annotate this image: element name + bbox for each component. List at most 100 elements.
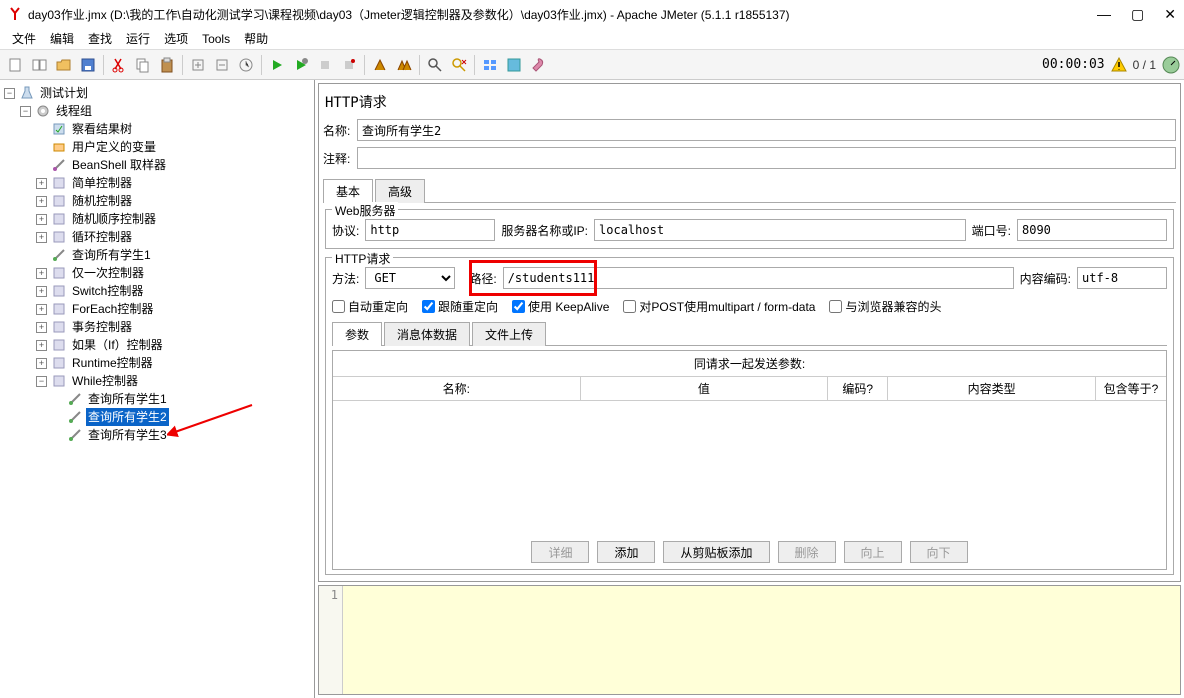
close-button[interactable]: ✕ <box>1164 6 1176 23</box>
server-label: 服务器名称或IP: <box>501 222 588 239</box>
tree-item[interactable]: Switch控制器 <box>70 282 145 300</box>
tab-advanced[interactable]: 高级 <box>375 179 425 203</box>
method-select[interactable]: GET <box>365 267 455 289</box>
path-label: 路径: <box>469 270 496 287</box>
log-text[interactable] <box>343 586 1180 694</box>
toggle-icon[interactable]: + <box>36 304 47 315</box>
toggle-icon[interactable]: + <box>36 286 47 297</box>
tree-item[interactable]: 随机控制器 <box>70 192 134 210</box>
search-icon[interactable] <box>424 54 446 76</box>
protocol-input[interactable] <box>365 219 495 241</box>
tab-file-upload[interactable]: 文件上传 <box>472 322 546 346</box>
start-notimers-icon[interactable] <box>290 54 312 76</box>
toggle-icon[interactable]: + <box>36 214 47 225</box>
toggle-icon[interactable]: + <box>36 196 47 207</box>
new-icon[interactable] <box>5 54 27 76</box>
wrench-icon[interactable] <box>527 54 549 76</box>
tab-parameters[interactable]: 参数 <box>332 322 382 346</box>
tree-thread-group[interactable]: 线程组 <box>54 102 94 120</box>
toggle-icon[interactable]: − <box>4 88 15 99</box>
encoding-input[interactable] <box>1077 267 1167 289</box>
save-icon[interactable] <box>77 54 99 76</box>
tab-basic[interactable]: 基本 <box>323 179 373 203</box>
clear-icon[interactable] <box>369 54 391 76</box>
btn-down[interactable]: 向下 <box>910 541 968 563</box>
tree-item[interactable]: 简单控制器 <box>70 174 134 192</box>
server-input[interactable] <box>594 219 966 241</box>
collapse-icon[interactable] <box>211 54 233 76</box>
log-pane[interactable]: 1 <box>318 585 1181 695</box>
tree-item[interactable]: Runtime控制器 <box>70 354 155 372</box>
btn-add-clipboard[interactable]: 从剪贴板添加 <box>663 541 769 563</box>
menu-options[interactable]: 选项 <box>158 28 194 49</box>
comment-input[interactable] <box>357 147 1176 169</box>
menu-edit[interactable]: 编辑 <box>44 28 80 49</box>
toggle-icon[interactable] <box>235 54 257 76</box>
port-input[interactable] <box>1017 219 1167 241</box>
start-icon[interactable] <box>266 54 288 76</box>
toggle-icon[interactable]: + <box>36 232 47 243</box>
menu-tools[interactable]: Tools <box>196 30 236 48</box>
chk-follow-redirect[interactable]: 跟随重定向 <box>422 298 498 315</box>
toggle-icon[interactable]: + <box>36 322 47 333</box>
tree-item[interactable]: 事务控制器 <box>70 318 134 336</box>
chk-browser-headers[interactable]: 与浏览器兼容的头 <box>829 298 941 315</box>
path-input[interactable] <box>503 267 1014 289</box>
warning-icon <box>1111 57 1127 73</box>
reset-search-icon[interactable] <box>448 54 470 76</box>
toggle-icon[interactable]: + <box>36 358 47 369</box>
menu-run[interactable]: 运行 <box>120 28 156 49</box>
btn-delete[interactable]: 删除 <box>778 541 836 563</box>
tree-item[interactable]: 随机顺序控制器 <box>70 210 158 228</box>
tree-item[interactable]: While控制器 <box>70 372 140 390</box>
param-body[interactable] <box>333 401 1166 535</box>
maximize-button[interactable]: ▢ <box>1131 6 1144 23</box>
tab-body-data[interactable]: 消息体数据 <box>384 322 470 346</box>
tree-test-plan[interactable]: 测试计划 <box>38 84 90 102</box>
function-icon[interactable] <box>479 54 501 76</box>
toggle-icon[interactable]: − <box>20 106 31 117</box>
name-input[interactable] <box>357 119 1176 141</box>
menu-search[interactable]: 查找 <box>82 28 118 49</box>
tree-item[interactable]: ForEach控制器 <box>70 300 155 318</box>
open-icon[interactable] <box>53 54 75 76</box>
tree-item[interactable]: 察看结果树 <box>70 120 134 138</box>
line-number: 1 <box>319 586 343 694</box>
btn-detail[interactable]: 详细 <box>531 541 589 563</box>
tree-item[interactable]: 如果（If）控制器 <box>70 336 165 354</box>
toggle-icon[interactable]: − <box>36 376 47 387</box>
templates-icon[interactable] <box>29 54 51 76</box>
copy-icon[interactable] <box>132 54 154 76</box>
tree-item[interactable]: 查询所有学生2 <box>86 408 169 426</box>
tree-item[interactable]: 循环控制器 <box>70 228 134 246</box>
btn-up[interactable]: 向上 <box>844 541 902 563</box>
clear-all-icon[interactable] <box>393 54 415 76</box>
help-icon[interactable] <box>503 54 525 76</box>
toggle-icon[interactable]: + <box>36 340 47 351</box>
chk-auto-redirect[interactable]: 自动重定向 <box>332 298 408 315</box>
tree-item[interactable]: 查询所有学生1 <box>70 246 153 264</box>
chk-keepalive[interactable]: 使用 KeepAlive <box>512 298 609 315</box>
node-icon <box>68 392 82 406</box>
chk-multipart[interactable]: 对POST使用multipart / form-data <box>623 298 815 315</box>
minimize-button[interactable]: — <box>1097 6 1111 23</box>
toggle-icon[interactable]: + <box>36 268 47 279</box>
btn-add[interactable]: 添加 <box>597 541 655 563</box>
comment-label: 注释: <box>323 150 357 167</box>
cut-icon[interactable] <box>108 54 130 76</box>
menu-help[interactable]: 帮助 <box>238 28 274 49</box>
shutdown-icon[interactable] <box>338 54 360 76</box>
gauge-icon <box>1162 56 1180 74</box>
menu-file[interactable]: 文件 <box>6 28 42 49</box>
expand-icon[interactable] <box>187 54 209 76</box>
paste-icon[interactable] <box>156 54 178 76</box>
tree-item[interactable]: 查询所有学生3 <box>86 426 169 444</box>
tree-pane[interactable]: −测试计划 −线程组 察看结果树用户定义的变量BeanShell 取样器+简单控… <box>0 80 315 698</box>
tree-item[interactable]: 仅一次控制器 <box>70 264 146 282</box>
timer-display: 00:00:03 <box>1042 57 1105 72</box>
tree-item[interactable]: 查询所有学生1 <box>86 390 169 408</box>
stop-icon[interactable] <box>314 54 336 76</box>
tree-item[interactable]: 用户定义的变量 <box>70 138 158 156</box>
toggle-icon[interactable]: + <box>36 178 47 189</box>
tree-item[interactable]: BeanShell 取样器 <box>70 156 168 174</box>
